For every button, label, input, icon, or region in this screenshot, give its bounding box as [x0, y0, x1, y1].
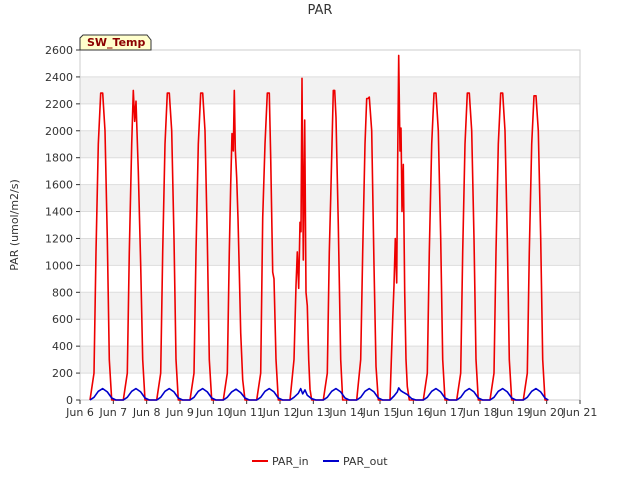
x-tick-label: Jun 16	[395, 406, 431, 419]
y-tick-label: 800	[52, 286, 73, 299]
grid-band	[80, 346, 580, 374]
x-tick-label: Jun 13	[295, 406, 331, 419]
y-tick-label: 600	[52, 313, 73, 326]
x-tick-label: Jun 20	[528, 406, 564, 419]
badge-label: SW_Temp	[87, 36, 146, 49]
x-tick-label: Jun 8	[132, 406, 161, 419]
x-tick-label: Jun 15	[362, 406, 398, 419]
y-tick-label: 200	[52, 367, 73, 380]
y-axis-label: PAR (umol/m2/s)	[8, 179, 21, 271]
x-tick-label: Jun 21	[562, 406, 598, 419]
y-tick-label: 1200	[45, 232, 73, 245]
x-tick-label: Jun 6	[65, 406, 94, 419]
y-tick-label: 1800	[45, 152, 73, 165]
par-chart: PAR PAR (umol/m2/s) 02004006008001000120…	[0, 0, 640, 480]
x-tick-label: Jun 19	[495, 406, 531, 419]
x-tick-label: Jun 7	[98, 406, 127, 419]
x-tick-label: Jun 17	[428, 406, 464, 419]
y-tick-label: 1400	[45, 206, 73, 219]
y-tick-label: 1600	[45, 179, 73, 192]
chart-title: PAR	[308, 3, 333, 18]
y-tick-label: 2000	[45, 125, 73, 138]
legend-label-par-in: PAR_in	[272, 455, 309, 468]
x-tick-label: Jun 18	[462, 406, 498, 419]
x-tick-label: Jun 10	[195, 406, 231, 419]
x-tick-label: Jun 9	[165, 406, 194, 419]
x-tick-label: Jun 11	[228, 406, 264, 419]
x-tick-label: Jun 12	[262, 406, 298, 419]
y-tick-label: 1000	[45, 259, 73, 272]
y-tick-label: 2400	[45, 71, 73, 84]
y-tick-label: 2600	[45, 44, 73, 57]
y-tick-label: 2200	[45, 98, 73, 111]
grid-band	[80, 292, 580, 320]
y-tick-label: 400	[52, 340, 73, 353]
x-tick-label: Jun 14	[328, 406, 364, 419]
legend-label-par-out: PAR_out	[343, 455, 388, 468]
sw-temp-badge: SW_Temp	[79, 34, 152, 51]
grid-band	[80, 76, 580, 104]
